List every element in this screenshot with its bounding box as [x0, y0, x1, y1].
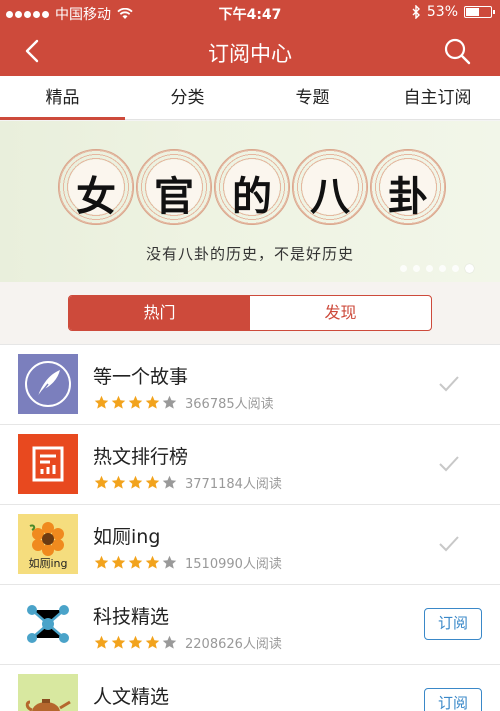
list-item[interactable]: 等一个故事 366785人阅读 [0, 344, 500, 424]
banner-slogan: 没有八卦的历史，不是好历史 [145, 245, 354, 263]
bluetooth-icon [412, 5, 420, 19]
star-icon [94, 555, 109, 569]
subscribe-button[interactable]: 订阅 [424, 688, 482, 711]
list-item[interactable]: 人文精选 订阅 [0, 664, 500, 711]
subscribe-button[interactable]: 订阅 [424, 608, 482, 640]
item-name: 如厕ing [93, 526, 161, 548]
tab-category[interactable]: 分类 [125, 76, 250, 119]
tab-topics[interactable]: 专题 [250, 76, 375, 119]
page-title: 订阅中心 [208, 42, 292, 66]
battery-icon [464, 6, 495, 18]
star-icon [128, 555, 143, 569]
star-icon [94, 395, 109, 409]
tab-featured[interactable]: 精品 [0, 76, 125, 120]
banner-title: 女 官 的 八 卦 [58, 149, 446, 225]
battery-percent: 53% [426, 4, 458, 20]
item-name: 热文排行榜 [93, 446, 189, 468]
banner-char: 八 [310, 173, 350, 220]
star-empty-icon [162, 555, 177, 569]
top-tabs: 精品 分类 专题 自主订阅 [0, 76, 500, 120]
segment-area: 热门 发现 [0, 282, 500, 344]
subscribed-check-icon[interactable] [438, 375, 460, 393]
star-empty-icon [162, 395, 177, 409]
star-icon [128, 395, 143, 409]
pager-dot[interactable] [413, 265, 420, 272]
star-icon [145, 475, 160, 489]
star-icon [111, 555, 126, 569]
subscribed-check-icon[interactable] [438, 535, 460, 553]
read-count: 366785人阅读 [185, 397, 274, 412]
hot-discover-segment: 热门 发现 [68, 295, 432, 331]
rating-stars: 3771184人阅读 [94, 473, 282, 492]
list-item[interactable]: 如厕ing 如厕ing 1510990人阅读 [0, 504, 500, 584]
banner-char-circle: 官 [136, 149, 212, 225]
item-name: 等一个故事 [93, 366, 189, 388]
subscribed-check-icon[interactable] [438, 455, 460, 473]
star-icon [111, 635, 126, 649]
banner-char: 的 [232, 173, 272, 220]
pager-dot[interactable] [426, 265, 433, 272]
list-item[interactable]: 科技精选 2208626人阅读 订阅 [0, 584, 500, 664]
search-icon[interactable] [442, 36, 472, 66]
feather-icon [18, 354, 78, 414]
banner-carousel[interactable]: 女 官 的 八 卦 没有八卦的历史，不是好历史 [0, 121, 500, 282]
thumb-label: 如厕ing [28, 557, 68, 570]
banner-char-circle: 的 [214, 149, 290, 225]
star-icon [145, 395, 160, 409]
nav-bar: 订阅中心 [0, 26, 500, 76]
pager-dot-active[interactable] [465, 264, 474, 273]
read-count: 2208626人阅读 [185, 637, 282, 652]
star-icon [94, 635, 109, 649]
segment-discover[interactable]: 发现 [250, 296, 431, 330]
rating-stars: 366785人阅读 [94, 393, 274, 412]
tab-custom-subscribe[interactable]: 自主订阅 [375, 76, 500, 119]
list-item[interactable]: 热文排行榜 3771184人阅读 [0, 424, 500, 504]
rating-stars: 2208626人阅读 [94, 633, 282, 652]
banner-char-circle: 卦 [370, 149, 446, 225]
star-icon [128, 635, 143, 649]
flower-logo: 如厕ing [18, 514, 78, 574]
star-icon [145, 635, 160, 649]
molecule-icon [18, 594, 78, 654]
app-header: 中国移动 下午4:47 53% 订阅中心 [0, 0, 500, 76]
banner-char-circle: 八 [292, 149, 368, 225]
pager-dot[interactable] [400, 265, 407, 272]
subscription-list: 等一个故事 366785人阅读 热文排行榜 3771184人阅读 如厕ing 如… [0, 344, 500, 711]
pager-dot[interactable] [452, 265, 459, 272]
read-count: 1510990人阅读 [185, 557, 282, 572]
banner-char-circle: 女 [58, 149, 134, 225]
star-empty-icon [162, 635, 177, 649]
star-icon [111, 475, 126, 489]
segment-hot[interactable]: 热门 [69, 296, 250, 330]
teapot-icon [18, 674, 78, 711]
star-empty-icon [162, 475, 177, 489]
ranking-doc-icon [18, 434, 78, 494]
status-bar: 中国移动 下午4:47 53% [0, 0, 500, 26]
pager-dot[interactable] [439, 265, 446, 272]
star-icon [94, 475, 109, 489]
read-count: 3771184人阅读 [185, 477, 282, 492]
item-name: 人文精选 [93, 686, 170, 708]
banner-char: 官 [154, 173, 194, 220]
item-name: 科技精选 [93, 606, 170, 628]
banner-char: 女 [76, 173, 116, 220]
star-icon [128, 475, 143, 489]
star-icon [111, 395, 126, 409]
carousel-pager [400, 264, 474, 273]
banner-char: 卦 [388, 173, 428, 220]
rating-stars: 1510990人阅读 [94, 553, 282, 572]
star-icon [145, 555, 160, 569]
